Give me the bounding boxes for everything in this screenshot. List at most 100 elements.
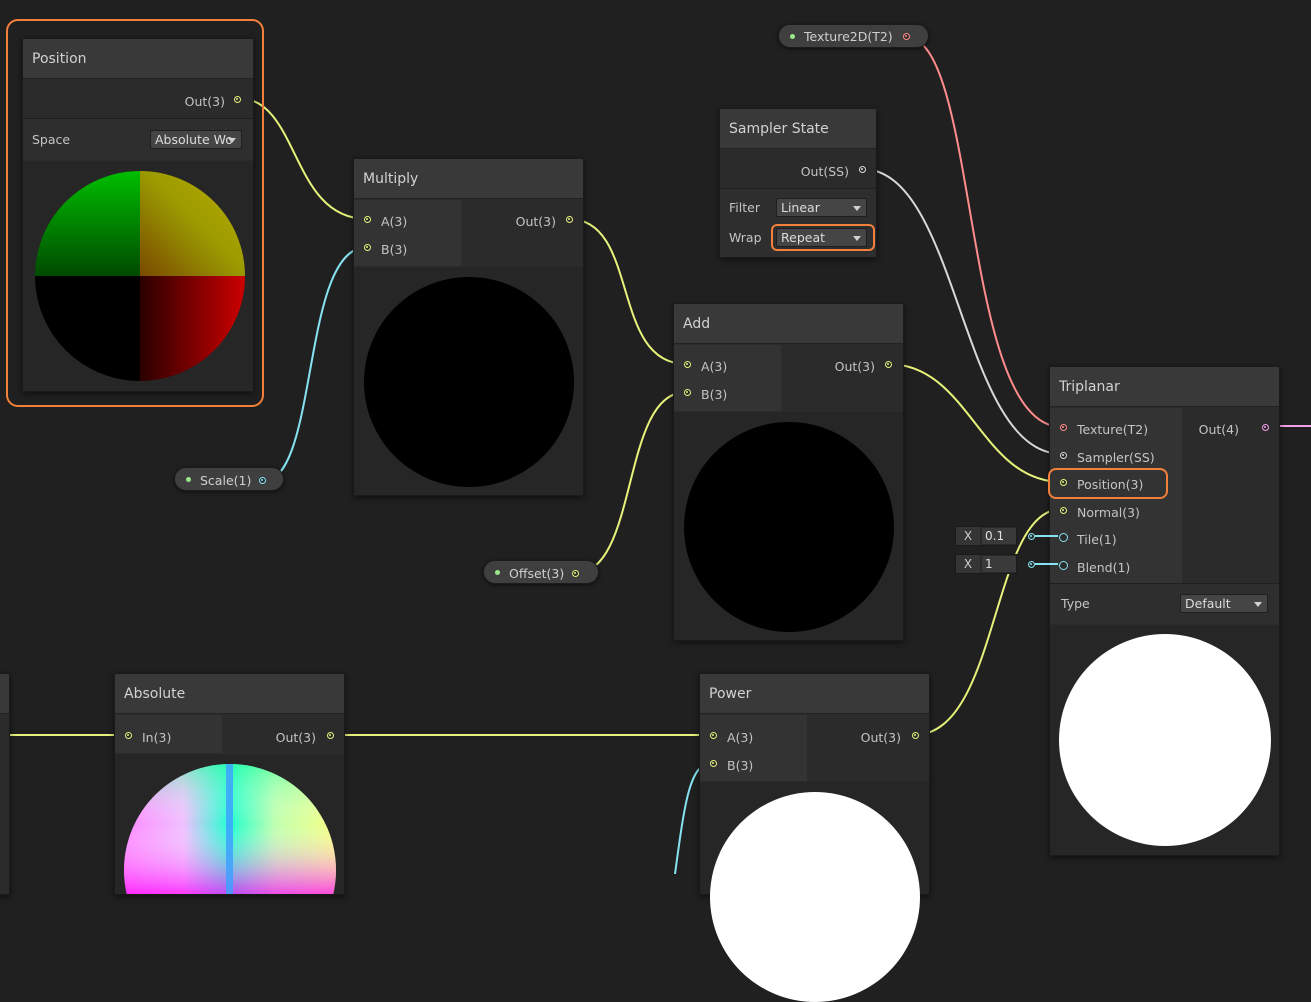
node-title[interactable]: Sampler State: [720, 109, 876, 149]
output-port[interactable]: [234, 96, 241, 103]
input-ports-panel: [674, 345, 781, 411]
chevron-down-icon: [853, 235, 861, 241]
blend-value-input[interactable]: 1: [982, 556, 1016, 572]
wire-scale-to-multiply: [261, 246, 368, 483]
space-dropdown[interactable]: Absolute Wo: [150, 130, 242, 149]
preview-sphere: [710, 792, 920, 1002]
preview-panel: [354, 267, 583, 495]
output-port-label: Out(3): [860, 730, 901, 745]
absolute-node[interactable]: Absolute In(3) Out(3): [114, 673, 345, 895]
input-port[interactable]: [125, 732, 132, 739]
chevron-down-icon: [228, 137, 236, 143]
property-output-port[interactable]: [903, 33, 910, 40]
node-title[interactable]: Position: [23, 39, 253, 79]
settings-panel: Filter Linear Wrap Repeat: [720, 189, 876, 257]
preview-panel: [115, 754, 344, 894]
input-port-a[interactable]: [710, 732, 717, 739]
blend-field-port[interactable]: [1028, 561, 1035, 568]
triplanar-node[interactable]: Triplanar Texture(T2) Sampler(SS) Positi…: [1049, 366, 1280, 856]
texture2d-property[interactable]: Texture2D(T2): [778, 24, 929, 48]
tile-value-input[interactable]: 0.1: [982, 528, 1016, 544]
node-title[interactable]: Multiply: [354, 159, 583, 199]
input-port-b-label: B(3): [381, 242, 408, 257]
wrap-label: Wrap: [729, 230, 762, 245]
input-port-blend-label: Blend(1): [1077, 560, 1131, 575]
chevron-down-icon: [1254, 601, 1262, 607]
node-title[interactable]: [0, 674, 9, 714]
dropdown-value: Default: [1185, 596, 1231, 611]
input-ports-panel: [700, 715, 807, 781]
position-node[interactable]: Position Out(3) Space Absolute Wo: [22, 38, 254, 392]
offscreen-node[interactable]: [0, 673, 10, 895]
input-port-blend[interactable]: [1059, 561, 1068, 570]
property-output-port[interactable]: [572, 570, 579, 577]
tile-field-port[interactable]: [1028, 533, 1035, 540]
dropdown-value: Absolute Wo: [155, 132, 233, 147]
settings-panel: Type Default: [1050, 584, 1279, 624]
node-title[interactable]: Absolute: [115, 674, 344, 714]
input-port-a[interactable]: [684, 361, 691, 368]
preview-panel: [700, 782, 929, 1002]
node-title[interactable]: Triplanar: [1050, 367, 1279, 407]
input-port-sampler[interactable]: [1060, 452, 1067, 459]
output-port-label: Out(3): [515, 214, 556, 229]
input-port-a-label: A(3): [727, 730, 754, 745]
wire-multiply-to-add: [568, 218, 687, 365]
input-port-b[interactable]: [364, 244, 371, 251]
wrap-dropdown[interactable]: Repeat: [776, 228, 867, 247]
input-port-tile[interactable]: [1059, 533, 1068, 542]
tile-default-field[interactable]: X 0.1: [955, 526, 1017, 546]
wire-add-to-triplanar: [887, 363, 1063, 483]
input-port-b[interactable]: [684, 389, 691, 396]
offset-property[interactable]: Offset(3): [483, 560, 599, 584]
input-port-a-label: A(3): [701, 359, 728, 374]
sampler-state-node[interactable]: Sampler State Out(SS) Filter Linear Wrap…: [719, 108, 877, 258]
preview-sphere: [35, 171, 245, 381]
wire-position-to-multiply: [237, 97, 368, 220]
output-port[interactable]: [912, 732, 919, 739]
output-port-label: Out(3): [184, 94, 225, 109]
output-port-label: Out(4): [1198, 422, 1239, 437]
multiply-node[interactable]: Multiply A(3) B(3) Out(3): [353, 158, 584, 496]
chevron-down-icon: [853, 205, 861, 211]
input-port-a-label: A(3): [381, 214, 408, 229]
input-port-texture-label: Texture(T2): [1077, 422, 1149, 437]
output-port[interactable]: [859, 166, 866, 173]
node-title[interactable]: Add: [674, 304, 903, 344]
wire-texture-to-triplanar: [905, 36, 1063, 428]
preview-panel: [23, 161, 253, 391]
settings-panel: Space Absolute Wo: [23, 119, 253, 160]
blend-default-field[interactable]: X 1: [955, 554, 1017, 574]
output-port[interactable]: [885, 361, 892, 368]
input-port-normal[interactable]: [1060, 507, 1067, 514]
space-label: Space: [32, 132, 71, 147]
input-port-texture[interactable]: [1060, 424, 1067, 431]
input-port-a[interactable]: [364, 216, 371, 223]
preview-sphere: [364, 277, 574, 487]
output-port[interactable]: [1262, 424, 1269, 431]
output-port[interactable]: [566, 216, 573, 223]
input-port-b[interactable]: [710, 760, 717, 767]
power-node[interactable]: Power A(3) B(3) Out(3): [699, 673, 930, 1002]
preview-sphere: [684, 422, 894, 632]
input-ports-panel: [354, 200, 461, 266]
output-port[interactable]: [327, 732, 334, 739]
node-title[interactable]: Power: [700, 674, 929, 714]
dropdown-value: Repeat: [781, 230, 826, 245]
add-node[interactable]: Add A(3) B(3) Out(3): [673, 303, 904, 641]
type-dropdown[interactable]: Default: [1180, 594, 1268, 613]
input-port-label: In(3): [142, 730, 172, 745]
input-port-position[interactable]: [1060, 479, 1067, 486]
scale-property[interactable]: Scale(1): [174, 467, 284, 491]
property-label: Texture2D(T2): [804, 29, 893, 44]
filter-dropdown[interactable]: Linear: [776, 198, 867, 217]
input-port-sampler-label: Sampler(SS): [1077, 450, 1155, 465]
preview-sphere: [1059, 634, 1271, 846]
output-port-label: Out(3): [275, 730, 316, 745]
axis-label: X: [956, 555, 980, 573]
input-port-position-label: Position(3): [1077, 477, 1144, 492]
preview-panel: [674, 412, 903, 640]
property-output-port[interactable]: [259, 477, 266, 484]
type-label: Type: [1061, 596, 1090, 611]
wire-offset-to-add: [573, 391, 687, 575]
